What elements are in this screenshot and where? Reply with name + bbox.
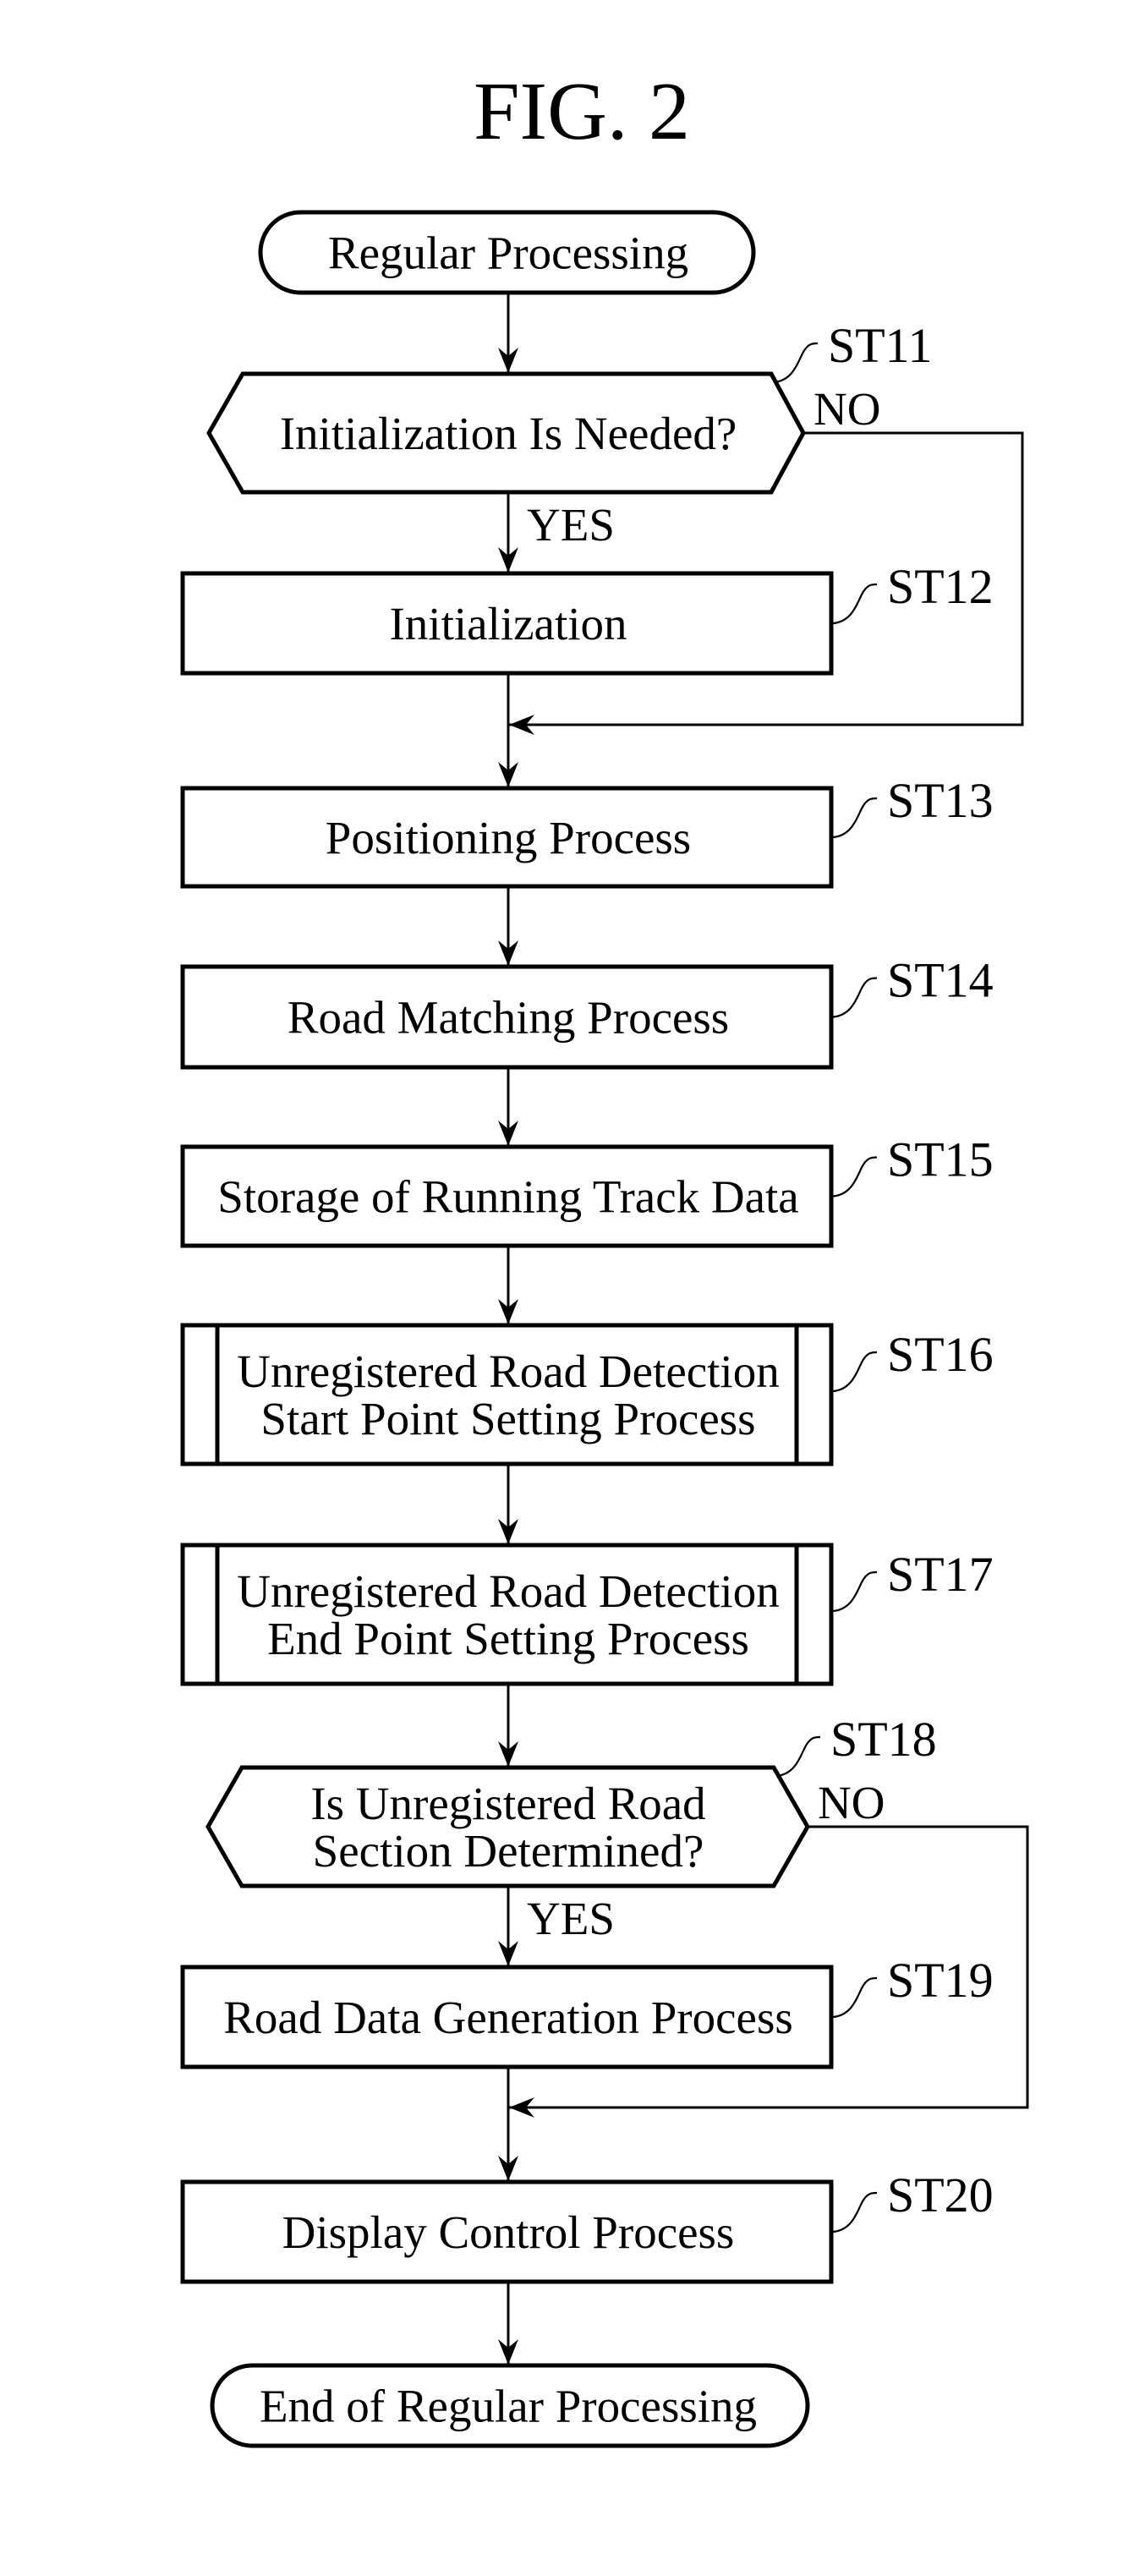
decision-label: Section Determined? xyxy=(313,1825,704,1877)
step-id-label: ST19 xyxy=(887,1953,994,2008)
decision-label: Is Unregistered Road xyxy=(310,1778,705,1829)
step-st11-decision: Initialization Is Needed? xyxy=(206,371,806,495)
step-id-label: ST15 xyxy=(887,1132,994,1187)
step-st13-process: Positioning Process xyxy=(180,786,834,889)
figure-title: FIG. 2 xyxy=(474,66,690,157)
start-terminal-label: Regular Processing xyxy=(328,227,688,279)
step-id-label: ST12 xyxy=(887,559,994,614)
process-label: Unregistered Road Detection xyxy=(237,1565,779,1617)
process-label: Unregistered Road Detection xyxy=(237,1346,779,1397)
process-label: Road Data Generation Process xyxy=(223,1992,793,2043)
step-st17-predefined: Unregistered Road DetectionEnd Point Set… xyxy=(180,1543,834,1686)
end-terminal-label: End of Regular Processing xyxy=(260,2381,757,2432)
process-label: Road Matching Process xyxy=(288,992,729,1044)
no-branch-label: NO xyxy=(818,1777,885,1828)
yes-branch-label: YES xyxy=(527,499,615,551)
process-label: Display Control Process xyxy=(282,2206,735,2258)
process-label: Initialization xyxy=(389,598,627,649)
step-st15-process: Storage of Running Track Data xyxy=(180,1144,834,1248)
step-id-label: ST17 xyxy=(887,1547,994,1602)
process-label: Start Point Setting Process xyxy=(260,1393,755,1444)
step-id-label: ST16 xyxy=(887,1327,994,1382)
step-id-label: ST11 xyxy=(828,318,933,373)
step-id-label: ST18 xyxy=(830,1712,937,1767)
step-id-label: ST13 xyxy=(887,773,994,828)
decision-label: Initialization Is Needed? xyxy=(280,408,737,459)
step-st14-process: Road Matching Process xyxy=(180,964,834,1070)
step-id-label: ST14 xyxy=(887,953,994,1008)
step-st12-process: Initialization xyxy=(180,571,834,676)
process-label: Storage of Running Track Data xyxy=(217,1171,798,1223)
step-id-label: ST20 xyxy=(887,2168,994,2222)
yes-branch-label: YES xyxy=(527,1893,615,1944)
step-st19-process: Road Data Generation Process xyxy=(180,1965,834,2069)
step-st18-decision: Is Unregistered RoadSection Determined? xyxy=(205,1765,810,1888)
step-st20-process: Display Control Process xyxy=(180,2179,834,2284)
step-st16-predefined: Unregistered Road DetectionStart Point S… xyxy=(180,1323,834,1466)
no-branch-label: NO xyxy=(813,383,880,435)
start-terminal: Regular Processing xyxy=(258,210,756,295)
flowchart-canvas: FIG. 2 Regular Processing Initialization … xyxy=(0,0,1123,2576)
process-label: End Point Setting Process xyxy=(267,1613,749,1664)
process-label: Positioning Process xyxy=(326,812,691,863)
end-terminal: End of Regular Processing xyxy=(210,2363,810,2448)
